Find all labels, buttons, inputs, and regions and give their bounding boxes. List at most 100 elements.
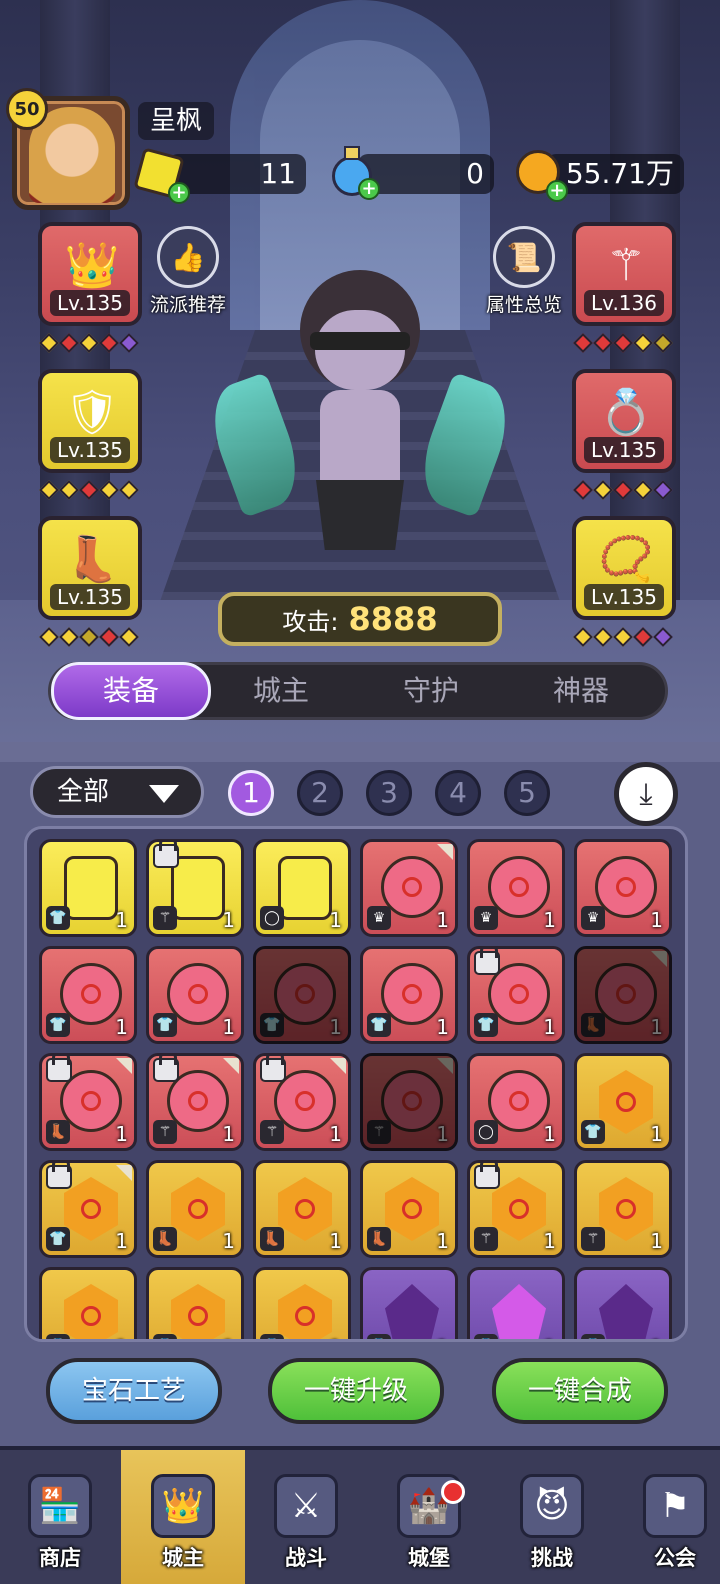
gem-item[interactable]: ⚚ 1 xyxy=(574,1160,672,1258)
equipment-type-icon: 👕 xyxy=(367,1334,391,1339)
socket-gem-icon xyxy=(653,333,673,353)
gem-item[interactable]: 👢 1 xyxy=(253,1160,351,1258)
gem-item[interactable]: 👕1 xyxy=(467,946,565,1044)
yellow-gem-icon xyxy=(171,856,225,920)
nav-shop[interactable]: 🏪 商店 xyxy=(0,1450,122,1584)
equipment-type-icon: 👕 xyxy=(367,1013,391,1037)
nav-label: 战斗 xyxy=(285,1546,327,1570)
equipment-type-icon: ♛ xyxy=(474,906,498,930)
one-click-merge-button[interactable]: 一键合成 xyxy=(492,1358,668,1424)
gem-item[interactable]: ⚚ 1 xyxy=(146,1053,244,1151)
nav-demon-helmet[interactable]: 😈 挑战 xyxy=(490,1450,614,1584)
gem-item[interactable]: ⚚ 1 xyxy=(467,1160,565,1258)
page-button-1[interactable]: 1 xyxy=(228,770,274,816)
lock-icon xyxy=(46,1056,72,1082)
gem-item[interactable]: 👕1 xyxy=(360,1267,458,1339)
page-button-5[interactable]: 5 xyxy=(504,770,550,816)
tab-guardian[interactable]: 守护 xyxy=(351,665,511,717)
gem-filter-dropdown[interactable]: 全部 xyxy=(30,766,204,818)
demon-helmet-icon: 😈 xyxy=(520,1474,584,1538)
gem-item[interactable]: 👕1 xyxy=(146,1267,244,1339)
gem-item[interactable]: ♛ 1 xyxy=(467,839,565,937)
equipment-level: Lv.135 xyxy=(584,437,664,463)
potion-icon[interactable]: + xyxy=(326,146,380,200)
socket-gem-icon xyxy=(633,627,653,647)
player-level-badge: 50 xyxy=(6,88,48,130)
gem-quantity: 1 xyxy=(543,908,556,932)
attribute-overview-button[interactable]: 📜 属性总览 xyxy=(474,226,574,317)
corner-marker-icon xyxy=(651,951,667,967)
equipment-slot-boot[interactable]: 👢 Lv.135 xyxy=(38,516,142,620)
page-button-2[interactable]: 2 xyxy=(297,770,343,816)
socket-gem-icon xyxy=(79,333,99,353)
nav-guild-banner[interactable]: ⚑ 公会 xyxy=(613,1450,720,1584)
socket-gem-icon xyxy=(573,333,593,353)
equipment-type-icon: 👢 xyxy=(260,1227,284,1251)
download-icon[interactable]: ⤓ xyxy=(614,762,678,826)
player-name: 呈枫 xyxy=(138,102,215,140)
tab-equipment[interactable]: 装备 xyxy=(51,662,211,720)
nav-label: 城主 xyxy=(162,1546,204,1570)
yellow-gem-icon[interactable]: + xyxy=(133,147,190,204)
gem-item[interactable]: 👢 1 xyxy=(146,1160,244,1258)
gem-item[interactable]: 👕1 xyxy=(39,946,137,1044)
gem-item[interactable]: 👕1 xyxy=(253,1267,351,1339)
gem-item[interactable]: ⚚ 1 xyxy=(146,839,244,937)
page-button-3[interactable]: 3 xyxy=(366,770,412,816)
equipment-slot-crown[interactable]: 👑 Lv.135 xyxy=(38,222,142,326)
lock-icon xyxy=(474,1163,500,1189)
equipment-type-icon: ♛ xyxy=(581,906,605,930)
gem-item[interactable]: ♛ 1 xyxy=(360,839,458,937)
equipment-type-icon: ⚚ xyxy=(581,1227,605,1251)
socket-gem-icon xyxy=(633,333,653,353)
gem-item[interactable]: 👕1 xyxy=(39,839,137,937)
gem-item[interactable]: ◯ 1 xyxy=(253,839,351,937)
hero-character[interactable] xyxy=(199,250,521,590)
equipment-slot-necklace[interactable]: 📿 Lv.135 xyxy=(572,516,676,620)
gem-item[interactable]: 👕1 xyxy=(574,1053,672,1151)
tab-lord[interactable]: 城主 xyxy=(201,665,361,717)
gem-quantity: 1 xyxy=(329,1229,342,1253)
lock-icon xyxy=(153,1056,179,1082)
page-button-4[interactable]: 4 xyxy=(435,770,481,816)
gem-quantity: 1 xyxy=(222,908,235,932)
equipment-slot-armor[interactable]: 🛡 Lv.135 xyxy=(38,369,142,473)
nav-crossed-swords[interactable]: ⚔ 战斗 xyxy=(244,1450,368,1584)
corner-marker-icon xyxy=(116,1058,132,1074)
gem-item[interactable]: ⚚ 1 xyxy=(360,1053,458,1151)
gem-item[interactable]: 👕1 xyxy=(574,1267,672,1339)
gem-quantity: 1 xyxy=(650,1015,663,1039)
gem-item[interactable]: 👢 1 xyxy=(574,946,672,1044)
gem-item[interactable]: 👢 1 xyxy=(360,1160,458,1258)
socket-gem-icon xyxy=(653,480,673,500)
gem-item[interactable]: ⚚ 1 xyxy=(253,1053,351,1151)
equipment-level: Lv.135 xyxy=(50,437,130,463)
gem-item[interactable]: 👕1 xyxy=(467,1267,565,1339)
equipment-slot-ring[interactable]: 💍 Lv.135 xyxy=(572,369,676,473)
gem-item[interactable]: ◯ 1 xyxy=(467,1053,565,1151)
gem-quantity: 1 xyxy=(222,1015,235,1039)
nav-crown[interactable]: 👑 城主 xyxy=(121,1450,245,1584)
gem-item[interactable]: ♛ 1 xyxy=(574,839,672,937)
equipment-type-icon: ⚚ xyxy=(474,1227,498,1251)
nav-castle[interactable]: 🏰 城堡 xyxy=(367,1450,491,1584)
socket-gem-icon xyxy=(39,627,59,647)
equipment-slot-staff[interactable]: ⚚ Lv.136 xyxy=(572,222,676,326)
gem-item[interactable]: 👕1 xyxy=(39,1160,137,1258)
gem-item[interactable]: 👢 1 xyxy=(39,1053,137,1151)
gem-craft-button[interactable]: 宝石工艺 xyxy=(46,1358,222,1424)
gem-quantity: 1 xyxy=(115,1229,128,1253)
gem-item[interactable]: 👕1 xyxy=(253,946,351,1044)
equipment-level: Lv.135 xyxy=(50,584,130,610)
socket-gem-icon xyxy=(613,333,633,353)
gold-coin-icon[interactable]: + xyxy=(514,148,568,202)
equipment-level: Lv.136 xyxy=(584,290,664,316)
one-click-upgrade-button[interactable]: 一键升级 xyxy=(268,1358,444,1424)
tab-artifact[interactable]: 神器 xyxy=(501,665,661,717)
gem-item[interactable]: 👕1 xyxy=(360,946,458,1044)
socket-gems-row xyxy=(39,480,139,500)
equipment-type-icon: 👕 xyxy=(46,906,70,930)
gem-item[interactable]: 👕1 xyxy=(39,1267,137,1339)
build-recommend-button[interactable]: 👍 流派推荐 xyxy=(138,226,238,317)
gem-item[interactable]: 👕1 xyxy=(146,946,244,1044)
